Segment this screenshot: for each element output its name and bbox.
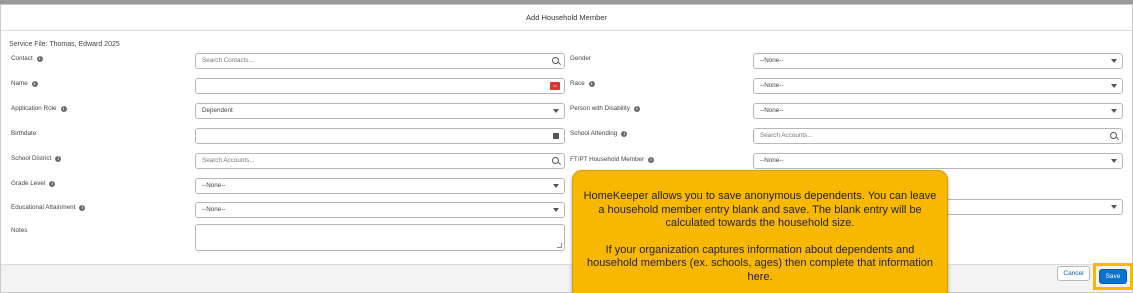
info-icon[interactable]: i <box>49 180 56 187</box>
grade-level-select[interactable]: --None-- <box>195 178 565 194</box>
ft-pt-household-member-label: FT/PT Household Member i <box>570 156 655 163</box>
info-icon[interactable]: i <box>621 130 628 137</box>
notes-textarea[interactable] <box>195 224 565 251</box>
name-input[interactable]: ••• <box>195 78 565 94</box>
modal-footer <box>1 264 1132 292</box>
cancel-button[interactable]: Cancel <box>1057 266 1090 281</box>
school-district-label: School District i <box>11 155 62 162</box>
application-role-select[interactable]: Dependent <box>195 103 565 119</box>
info-icon[interactable]: i <box>55 155 62 162</box>
person-with-disability-select[interactable]: --None-- <box>753 103 1123 119</box>
chevron-down-icon <box>553 208 559 212</box>
service-file-label: Service File: Thomas, Edward 2025 <box>9 41 120 48</box>
info-icon[interactable]: i <box>633 105 640 112</box>
info-icon[interactable]: i <box>79 204 86 211</box>
gender-label: Gender <box>570 55 592 62</box>
required-icon[interactable]: ••• <box>550 82 560 90</box>
application-role-label: Application Role i <box>11 105 67 112</box>
chevron-down-icon <box>1111 84 1117 88</box>
chevron-down-icon <box>1111 59 1117 63</box>
add-household-member-modal: Add Household Member Service File: Thoma… <box>0 4 1133 293</box>
birthdate-input[interactable] <box>195 128 565 144</box>
info-icon[interactable]: i <box>648 156 655 163</box>
chevron-down-icon <box>553 184 559 188</box>
info-icon[interactable]: i <box>60 105 67 112</box>
info-icon[interactable]: i <box>36 55 43 62</box>
info-icon[interactable]: i <box>31 80 38 87</box>
resize-handle[interactable] <box>557 243 562 248</box>
chevron-down-icon <box>1111 159 1117 163</box>
contact-lookup-input[interactable]: Search Contacts... <box>195 53 565 69</box>
name-label: Name i <box>11 80 38 87</box>
educational-attainment-label: Educational Attainment i <box>11 204 86 211</box>
save-button-highlight: Save <box>1093 263 1133 290</box>
grade-level-label: Grade Level i <box>11 180 56 187</box>
ft-pt-household-member-select[interactable]: --None-- <box>753 153 1123 169</box>
chevron-down-icon <box>1111 109 1117 113</box>
help-callout: HomeKeeper allows you to save anonymous … <box>572 170 948 293</box>
educational-attainment-select[interactable]: --None-- <box>195 202 565 218</box>
help-callout-paragraph-2: If your organization captures informatio… <box>586 243 934 283</box>
race-select[interactable]: --None-- <box>753 78 1123 94</box>
notes-label: Notes <box>11 227 28 234</box>
birthdate-label: Birthdate <box>11 130 37 137</box>
help-callout-paragraph-1: HomeKeeper allows you to save anonymous … <box>583 190 937 229</box>
search-icon <box>1110 132 1117 139</box>
school-attending-label: School Attending i <box>570 130 628 137</box>
race-label: Race i <box>570 80 595 87</box>
search-icon <box>552 157 559 164</box>
gender-select[interactable]: --None-- <box>753 53 1123 69</box>
chevron-down-icon <box>1111 205 1117 209</box>
school-attending-lookup-input[interactable]: Search Accounts... <box>753 128 1123 144</box>
info-icon[interactable]: i <box>588 80 595 87</box>
contact-label: Contact i <box>11 55 43 62</box>
search-icon <box>552 57 559 64</box>
modal-title: Add Household Member <box>1 5 1132 31</box>
school-district-lookup-input[interactable]: Search Accounts... <box>195 153 565 169</box>
save-button[interactable]: Save <box>1099 269 1127 284</box>
person-with-disability-label: Person with Disability i <box>570 105 640 112</box>
calendar-icon[interactable] <box>553 133 559 139</box>
chevron-down-icon <box>553 109 559 113</box>
